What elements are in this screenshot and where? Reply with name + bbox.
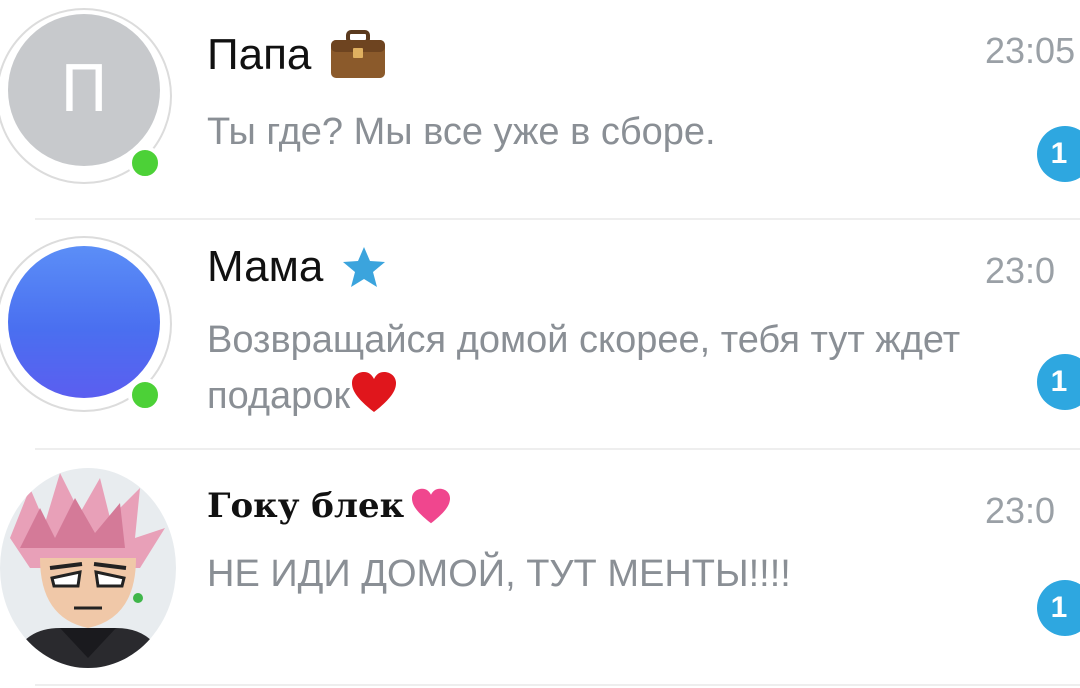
chat-list: П Папа Ты где? Мы все уже в сборе. 23:05… (0, 0, 1080, 688)
chat-row-mama[interactable]: Мама Возвращайся домой скорее, тебя тут … (0, 220, 1080, 448)
red-heart-icon (350, 370, 398, 414)
last-message: НЕ ИДИ ДОМОЙ, ТУТ МЕНТЫ!!!! (207, 553, 791, 595)
message-time: 23:0 (985, 250, 1056, 291)
message-time: 23:05 (985, 30, 1076, 71)
last-message-text: Возвращайся домой скорее, тебя тут ждет … (207, 319, 961, 417)
chat-name: Гоку блек (207, 486, 452, 526)
online-indicator (128, 378, 162, 412)
chat-row-papa[interactable]: П Папа Ты где? Мы все уже в сборе. 23:05… (0, 0, 1080, 218)
chat-name-text: Гоку блек (207, 486, 405, 526)
chat-name: Мама (207, 242, 387, 292)
avatar[interactable] (8, 246, 160, 398)
last-message: Возвращайся домой скорее, тебя тут ждет … (207, 312, 1007, 424)
chat-name: Папа (207, 30, 387, 80)
avatar-initial: П (59, 53, 109, 127)
avatar[interactable] (0, 468, 176, 668)
online-indicator (128, 146, 162, 180)
divider (35, 684, 1080, 686)
chat-row-goku[interactable]: Гоку блек НЕ ИДИ ДОМОЙ, ТУТ МЕНТЫ!!!! 23… (0, 450, 1080, 688)
unread-badge: 1 (1037, 580, 1080, 636)
chat-name-text: Мама (207, 242, 324, 291)
unread-badge: 1 (1037, 354, 1080, 410)
briefcase-icon (329, 30, 387, 80)
pink-heart-icon (410, 487, 452, 525)
avatar[interactable]: П (8, 14, 160, 166)
star-icon (341, 245, 387, 289)
chat-name-text: Папа (207, 30, 312, 79)
anime-avatar-icon (0, 468, 176, 668)
last-message: Ты где? Мы все уже в сборе. (207, 111, 716, 153)
message-time: 23:0 (985, 490, 1056, 531)
unread-badge: 1 (1037, 126, 1080, 182)
